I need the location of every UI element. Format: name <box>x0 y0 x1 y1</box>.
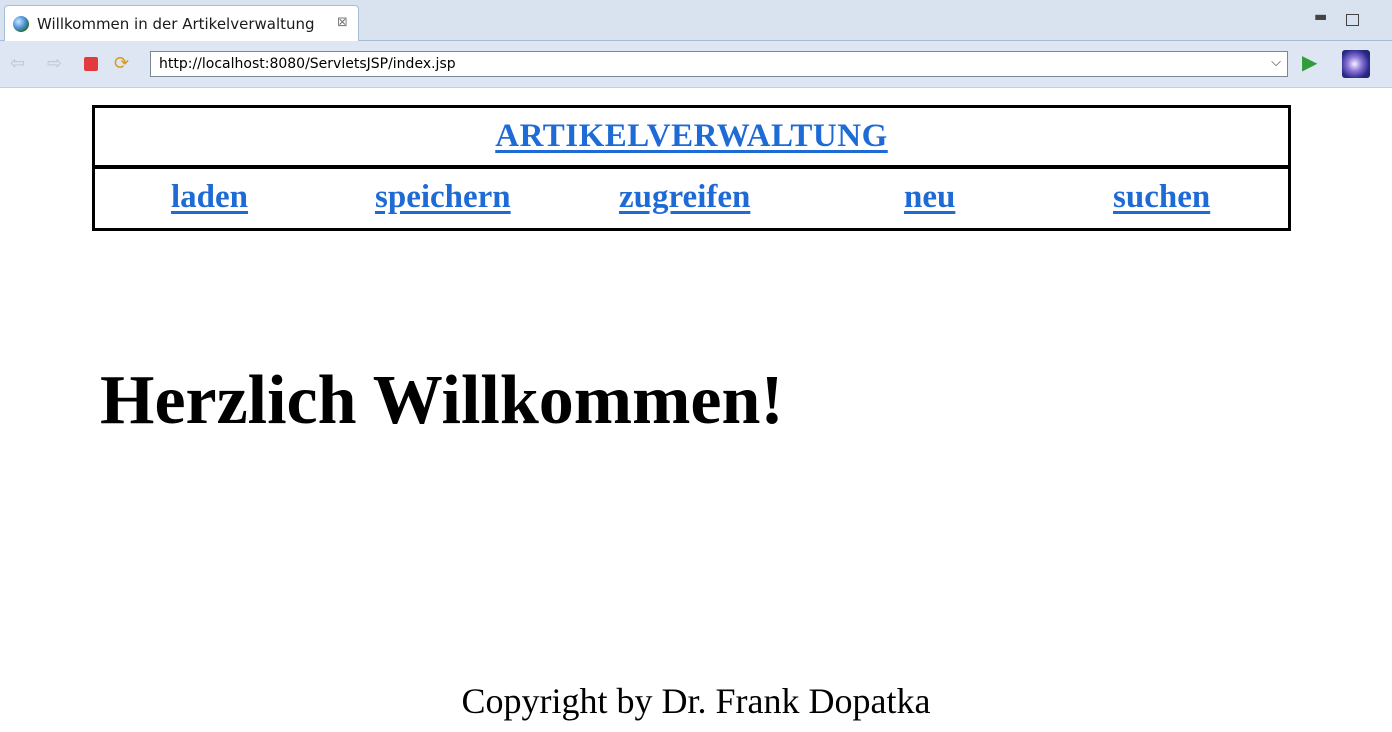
globe-icon <box>13 16 29 32</box>
minimize-icon[interactable]: ▬ <box>1314 9 1327 25</box>
nav-header: ARTIKELVERWALTUNG <box>95 108 1288 169</box>
stop-icon[interactable] <box>84 57 98 71</box>
refresh-icon[interactable]: ⟳ <box>114 54 129 74</box>
maximize-icon[interactable] <box>1346 14 1359 26</box>
artikelverwaltung-link[interactable]: ARTIKELVERWALTUNG <box>495 118 888 155</box>
address-bar[interactable]: http://localhost:8080/ServletsJSP/index.… <box>150 51 1288 77</box>
eclipse-icon[interactable] <box>1342 50 1370 78</box>
url-input[interactable]: http://localhost:8080/ServletsJSP/index.… <box>159 56 456 72</box>
go-icon[interactable]: ▶ <box>1302 52 1317 72</box>
forward-arrow-icon[interactable]: ⇨ <box>47 54 62 74</box>
nav-link-zugreifen[interactable]: zugreifen <box>619 179 750 216</box>
tab-bar: Willkommen in der Artikelverwaltung ⊠ ▬ <box>0 0 1392 41</box>
nav-link-speichern[interactable]: speichern <box>375 179 511 216</box>
close-tab-icon[interactable]: ⊠ <box>337 15 348 30</box>
chevron-down-icon[interactable]: ⌵ <box>1271 55 1281 70</box>
nav-link-suchen[interactable]: suchen <box>1113 179 1210 216</box>
browser-tab[interactable]: Willkommen in der Artikelverwaltung ⊠ <box>4 5 359 41</box>
browser-toolbar: ⇦ ⇨ ⟳ http://localhost:8080/ServletsJSP/… <box>0 41 1392 88</box>
nav-table: ARTIKELVERWALTUNG laden speichern zugrei… <box>92 105 1291 231</box>
page-content: ARTIKELVERWALTUNG laden speichern zugrei… <box>0 88 1392 732</box>
nav-link-laden[interactable]: laden <box>171 179 248 216</box>
copyright-text: Copyright by Dr. Frank Dopatka <box>461 681 931 721</box>
tab-title: Willkommen in der Artikelverwaltung <box>37 15 315 33</box>
nav-links: laden speichern zugreifen neu suchen <box>95 169 1288 227</box>
back-arrow-icon[interactable]: ⇦ <box>10 54 25 74</box>
welcome-heading: Herzlich Willkommen! <box>100 362 784 439</box>
nav-link-neu[interactable]: neu <box>904 179 955 216</box>
